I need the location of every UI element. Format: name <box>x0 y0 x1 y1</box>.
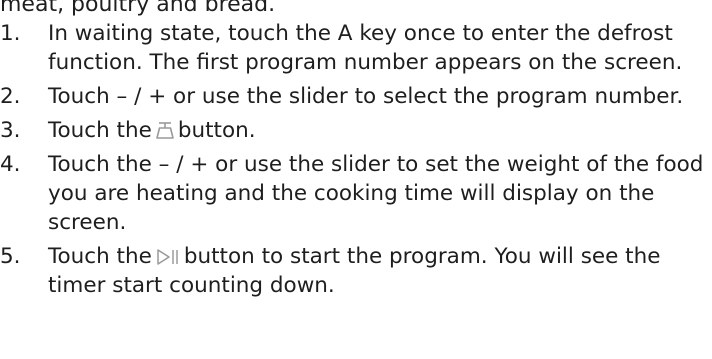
intro-text-fragment: meat, poultry and bread. <box>0 0 276 17</box>
step-number: 5. <box>0 244 21 269</box>
step-2: 2. Touch – / + or use the slider to sele… <box>0 82 712 111</box>
step-5: 5. Touch the button to start the program… <box>0 242 712 300</box>
steps-list: 1. In waiting state, touch the A key onc… <box>0 19 712 305</box>
step-number: 3. <box>0 118 21 143</box>
start-pause-icon <box>156 248 180 266</box>
step-text-before: Touch the <box>48 118 152 143</box>
step-1: 1. In waiting state, touch the A key onc… <box>0 19 712 77</box>
step-text: Touch the button to start the program. Y… <box>48 242 712 300</box>
step-number: 4. <box>0 152 21 177</box>
step-text: Touch the – / + or use the slider to set… <box>48 152 704 235</box>
step-text: In waiting state, touch the A key once t… <box>48 21 683 75</box>
step-text-after: button. <box>177 118 256 143</box>
step-text: Touch – / + or use the slider to select … <box>48 84 684 109</box>
step-number: 1. <box>0 21 21 46</box>
step-text-before: Touch the <box>48 244 152 269</box>
step-text: Touch the button. <box>48 116 712 145</box>
weight-scale-icon <box>156 120 174 140</box>
step-number: 2. <box>0 84 21 109</box>
step-3: 3. Touch the button. <box>0 116 712 145</box>
step-4: 4. Touch the – / + or use the slider to … <box>0 150 712 237</box>
